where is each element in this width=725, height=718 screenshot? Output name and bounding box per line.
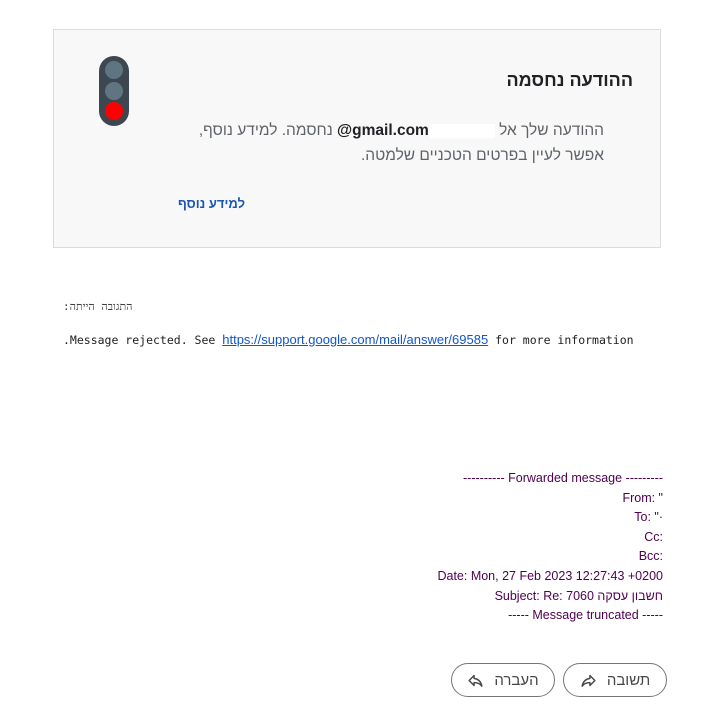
forwarded-bcc: Bcc: bbox=[638, 549, 663, 564]
blocked-message-card: ההודעה נחסמה ההודעה שלך אל @gmail.com נח… bbox=[53, 29, 661, 248]
blocked-title: ההודעה נחסמה bbox=[506, 70, 633, 90]
response-message: .Message rejected. See https://support.g… bbox=[63, 332, 634, 347]
forward-label: העברה bbox=[494, 671, 539, 689]
reply-label: תשובה bbox=[606, 671, 651, 689]
traffic-light-top bbox=[105, 61, 123, 79]
support-link[interactable]: https://support.google.com/mail/answer/6… bbox=[222, 332, 488, 347]
response-prefix: .Message rejected. See bbox=[63, 333, 223, 347]
forwarded-subject: Subject: Re: חשבון עסקה 7060 bbox=[494, 588, 663, 603]
forward-button[interactable]: העברה bbox=[451, 663, 555, 697]
reply-button[interactable]: תשובה bbox=[563, 663, 667, 697]
forwarded-cc: Cc: bbox=[644, 529, 663, 544]
forwarded-to: To: "· bbox=[634, 510, 663, 525]
response-suffix: for more information bbox=[488, 333, 634, 347]
reply-icon bbox=[581, 674, 596, 687]
learn-more-link[interactable]: למידע נוסף bbox=[178, 196, 245, 211]
description-prefix: ההודעה שלך אל bbox=[494, 122, 604, 139]
forwarded-header: ---------- Forwarded message --------- bbox=[463, 471, 663, 485]
redacted-recipient bbox=[428, 123, 495, 138]
blocked-description: ההודעה שלך אל @gmail.com נחסמה. למידע נו… bbox=[174, 118, 604, 168]
traffic-light-icon bbox=[99, 56, 129, 126]
forwarded-truncated: ----- Message truncated ----- bbox=[508, 608, 663, 623]
response-label: התגובה הייתה: bbox=[63, 300, 133, 313]
forwarded-date: Date: Mon, 27 Feb 2023 12:27:43 +0200 bbox=[437, 568, 663, 583]
forward-icon bbox=[468, 674, 483, 687]
forwarded-message: ---------- Forwarded message --------- F… bbox=[437, 469, 663, 626]
forwarded-from: From: " bbox=[622, 490, 663, 505]
recipient-email: @gmail.com bbox=[337, 122, 429, 139]
traffic-light-red bbox=[105, 102, 123, 120]
traffic-light-middle bbox=[105, 82, 123, 100]
